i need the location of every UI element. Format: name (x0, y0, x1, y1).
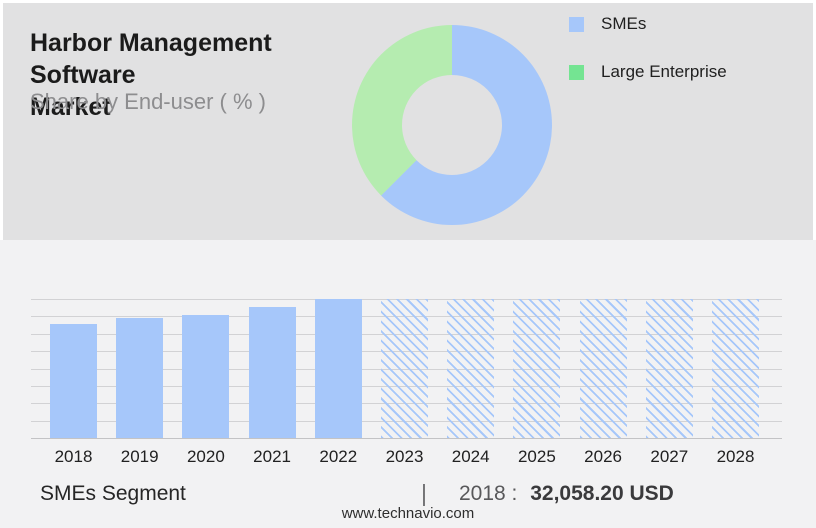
page-title-line1: Harbor Management Software (30, 29, 272, 89)
donut-chart (352, 25, 552, 225)
bar-2024 (447, 299, 495, 438)
year-label-2025: 2025 (517, 447, 556, 466)
bar-plot: 2018 2019 2020 2021 2022 2023 2024 2025 2026 2027… (31, 299, 782, 466)
bar-2018 (50, 324, 97, 438)
bar-2023 (381, 299, 428, 438)
header-panel: Harbor Management Software Market Share … (3, 3, 813, 240)
legend-label-smes: SMEs (601, 14, 647, 33)
year-label-2021: 2021 (253, 447, 291, 466)
website-url: www.technavio.com (341, 505, 475, 522)
known-value-year: 2018 : (459, 482, 518, 505)
year-label-2027: 2027 (650, 447, 689, 466)
year-label-2022: 2022 (319, 447, 358, 466)
legend-marker-smes (569, 16, 584, 32)
bar-2020 (182, 315, 230, 438)
legend-item-large-enterprise: Large Enterprise (569, 62, 727, 82)
year-label-2018: 2018 (54, 447, 93, 466)
known-value-line: 2018 : 32,058.20 USD (459, 482, 674, 506)
known-value-amount: 32,058.20 USD (530, 482, 674, 505)
year-label-2028: 2028 (716, 447, 755, 466)
bar-2019 (116, 318, 164, 438)
legend-label-large-enterprise: Large Enterprise (601, 62, 727, 81)
bar-2022 (314, 299, 362, 438)
legend-marker-large-enterprise (569, 64, 584, 80)
footer-separator: | (421, 480, 427, 506)
bar-2027 (645, 299, 693, 438)
year-label-2026: 2026 (584, 447, 622, 466)
bar-chart-panel: 2018 2019 2020 2021 2022 2023 2024 2025 2026 2027… (0, 240, 816, 528)
page-subtitle: Share by End-user ( % ) (30, 89, 266, 114)
year-label-2019: 2019 (120, 447, 159, 466)
year-label-2024: 2024 (451, 447, 490, 466)
donut-hole (402, 75, 502, 175)
bar-2025 (513, 299, 561, 438)
bar-2021 (248, 307, 296, 438)
legend-item-smes: SMEs (569, 14, 646, 34)
year-label-2020: 2020 (186, 447, 225, 466)
segment-label: SMEs Segment (40, 482, 186, 505)
bar-2028 (712, 299, 759, 438)
bar-2026 (579, 299, 627, 438)
year-label-2023: 2023 (385, 447, 424, 466)
axis-baseline (31, 438, 782, 439)
